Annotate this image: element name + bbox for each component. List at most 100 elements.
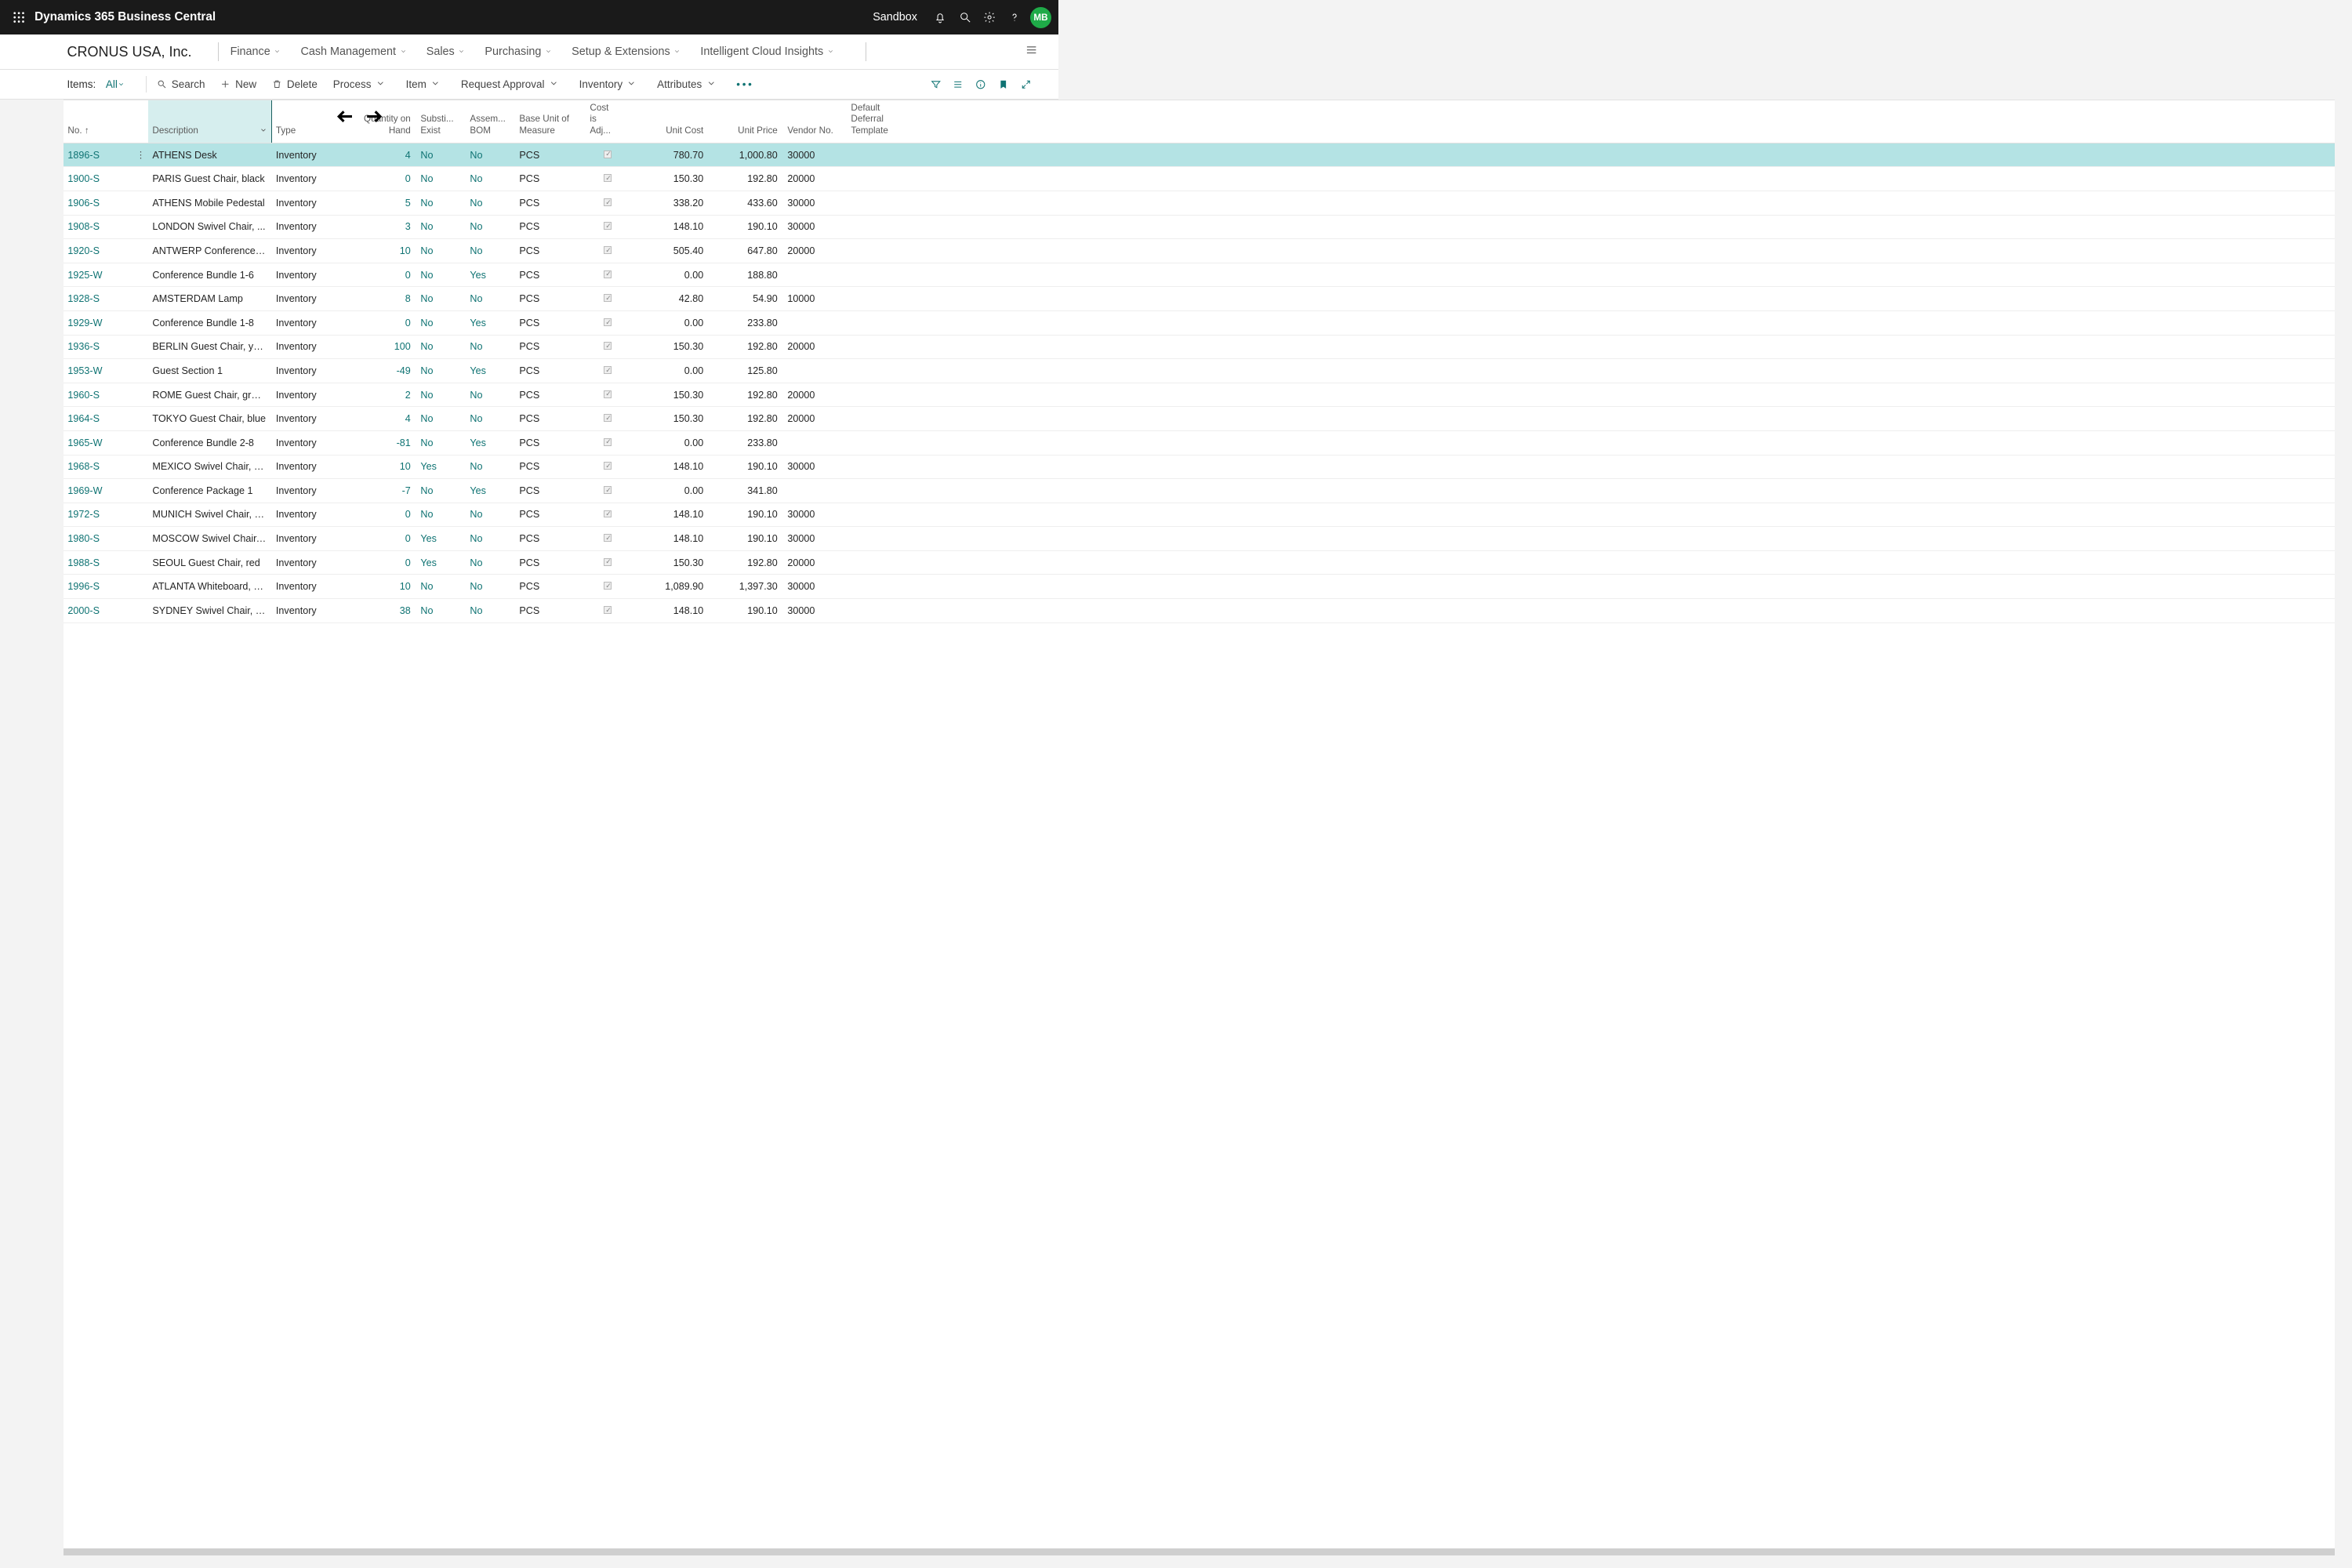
cell-substi[interactable]: No [416, 605, 466, 616]
col-cost-adj[interactable]: Cost is Adj... [586, 103, 632, 143]
cell-assem[interactable]: No [466, 173, 515, 184]
cell-qty[interactable]: 0 [343, 533, 417, 544]
table-row[interactable]: 1906-SATHENS Mobile PedestalInventory5No… [64, 191, 2335, 216]
table-row[interactable]: 1965-WConference Bundle 2-8Inventory-81N… [64, 431, 2335, 456]
list-view-button[interactable] [947, 73, 970, 96]
cell-qty[interactable]: 5 [343, 198, 417, 209]
cell-qty[interactable]: 8 [343, 293, 417, 304]
cell-substi[interactable]: No [416, 318, 466, 328]
cell-assem[interactable]: No [466, 293, 515, 304]
notifications-button[interactable] [928, 0, 953, 34]
table-row[interactable]: 1968-SMEXICO Swivel Chair, bl...Inventor… [64, 456, 2335, 480]
cell-qty[interactable]: 3 [343, 221, 417, 232]
cell-qty[interactable]: 2 [343, 390, 417, 401]
cell-substi[interactable]: No [416, 173, 466, 184]
search-button[interactable] [953, 0, 978, 34]
cell-assem[interactable]: No [466, 533, 515, 544]
col-unit-price[interactable]: Unit Price [710, 125, 784, 143]
inventory-action[interactable]: Inventory [579, 78, 642, 91]
request-approval-action[interactable]: Request Approval [461, 78, 564, 91]
cell-substi[interactable]: No [416, 437, 466, 448]
cell-qty[interactable]: 0 [343, 270, 417, 281]
cell-qty[interactable]: 0 [343, 173, 417, 184]
app-launcher-button[interactable] [3, 0, 35, 34]
nav-item[interactable]: Finance [230, 45, 281, 58]
cell-substi[interactable]: No [416, 390, 466, 401]
table-row[interactable]: 1896-S⋮ATHENS DeskInventory4NoNoPCS780.7… [64, 143, 2335, 168]
cell-assem[interactable]: No [466, 198, 515, 209]
cell-qty[interactable]: 10 [343, 461, 417, 472]
search-action[interactable]: Search [157, 78, 205, 90]
nav-item[interactable]: Cash Management [300, 45, 406, 58]
more-nav-button[interactable] [1025, 44, 1037, 59]
table-row[interactable]: 1929-WConference Bundle 1-8Inventory0NoY… [64, 311, 2335, 336]
cell-qty[interactable]: 4 [343, 150, 417, 161]
user-avatar[interactable]: MB [1030, 7, 1051, 28]
cell-qty[interactable]: 4 [343, 413, 417, 424]
cell-qty[interactable]: 0 [343, 557, 417, 568]
cell-qty[interactable]: -7 [343, 485, 417, 496]
cell-no[interactable]: 2000-S [64, 605, 148, 616]
cell-assem[interactable]: Yes [466, 437, 515, 448]
cell-assem[interactable]: Yes [466, 270, 515, 281]
cell-assem[interactable]: No [466, 245, 515, 256]
horizontal-scrollbar[interactable] [64, 1548, 2335, 1555]
process-action[interactable]: Process [333, 78, 390, 91]
table-row[interactable]: 1988-SSEOUL Guest Chair, redInventory0Ye… [64, 551, 2335, 575]
col-description[interactable]: Description [148, 100, 272, 143]
cell-assem[interactable]: No [466, 605, 515, 616]
cell-assem[interactable]: No [466, 413, 515, 424]
col-no[interactable]: No. ↑ [64, 125, 148, 143]
col-qty[interactable]: Quantity on Hand [343, 114, 417, 142]
cell-substi[interactable]: No [416, 150, 466, 161]
more-actions[interactable]: ••• [736, 78, 753, 90]
cell-no[interactable]: 1988-S [64, 557, 148, 568]
table-row[interactable]: 1953-WGuest Section 1Inventory-49NoYesPC… [64, 359, 2335, 383]
cell-substi[interactable]: No [416, 245, 466, 256]
cell-no[interactable]: 1920-S [64, 245, 148, 256]
cell-assem[interactable]: No [466, 581, 515, 592]
table-row[interactable]: 1925-WConference Bundle 1-6Inventory0NoY… [64, 263, 2335, 288]
cell-no[interactable]: 1908-S [64, 221, 148, 232]
cell-assem[interactable]: No [466, 221, 515, 232]
table-row[interactable]: 1900-SPARIS Guest Chair, blackInventory0… [64, 167, 2335, 191]
cell-substi[interactable]: Yes [416, 557, 466, 568]
settings-button[interactable] [978, 0, 1003, 34]
cell-assem[interactable]: No [466, 150, 515, 161]
info-button[interactable] [970, 73, 993, 96]
table-row[interactable]: 1908-SLONDON Swivel Chair, ...Inventory3… [64, 216, 2335, 240]
nav-item[interactable]: Sales [426, 45, 466, 58]
cell-assem[interactable]: Yes [466, 318, 515, 328]
table-row[interactable]: 1972-SMUNICH Swivel Chair, y...Inventory… [64, 503, 2335, 528]
view-selector[interactable]: All [106, 78, 125, 90]
nav-item[interactable]: Intelligent Cloud Insights [700, 45, 833, 58]
cell-no[interactable]: 1980-S [64, 533, 148, 544]
cell-no[interactable]: 1996-S [64, 581, 148, 592]
cell-qty[interactable]: 38 [343, 605, 417, 616]
cell-substi[interactable]: No [416, 221, 466, 232]
cell-no[interactable]: 1972-S [64, 509, 148, 520]
col-deferral[interactable]: Default Deferral Template [847, 103, 914, 143]
nav-item[interactable]: Purchasing [485, 45, 552, 58]
cell-no[interactable]: 1925-W [64, 270, 148, 281]
cell-no[interactable]: 1964-S [64, 413, 148, 424]
cell-assem[interactable]: No [466, 390, 515, 401]
cell-no[interactable]: 1928-S [64, 293, 148, 304]
col-unit-cost[interactable]: Unit Cost [632, 125, 710, 143]
cell-qty[interactable]: 0 [343, 318, 417, 328]
cell-qty[interactable]: 0 [343, 509, 417, 520]
delete-action[interactable]: Delete [272, 78, 318, 90]
table-row[interactable]: 1936-SBERLIN Guest Chair, yell...Invento… [64, 336, 2335, 360]
cell-substi[interactable]: No [416, 509, 466, 520]
cell-no[interactable]: 1953-W [64, 365, 148, 376]
table-row[interactable]: 1920-SANTWERP Conference T...Inventory10… [64, 239, 2335, 263]
table-row[interactable]: 1964-STOKYO Guest Chair, blueInventory4N… [64, 407, 2335, 431]
cell-qty[interactable]: 10 [343, 245, 417, 256]
table-row[interactable]: 1960-SROME Guest Chair, greenInventory2N… [64, 383, 2335, 408]
table-row[interactable]: 1996-SATLANTA Whiteboard, b...Inventory1… [64, 575, 2335, 599]
new-action[interactable]: New [220, 78, 256, 90]
row-menu-button[interactable]: ⋮ [136, 151, 146, 160]
col-base-unit[interactable]: Base Unit of Measure [515, 114, 586, 142]
cell-substi[interactable]: No [416, 270, 466, 281]
cell-no[interactable]: 1960-S [64, 390, 148, 401]
